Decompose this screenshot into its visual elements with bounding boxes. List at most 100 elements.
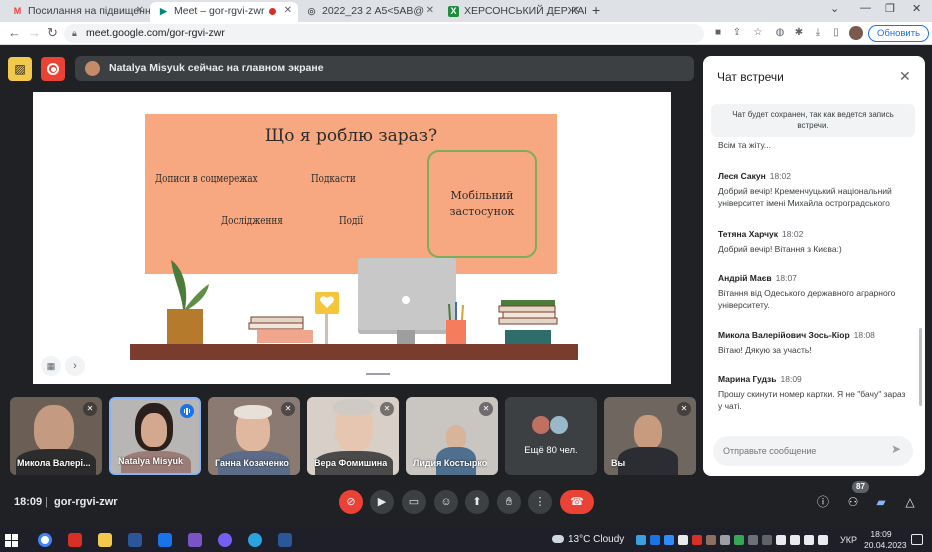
camera-icon[interactable]: ■ — [712, 27, 724, 39]
meet-icon: ▶ — [160, 6, 167, 16]
close-window-icon[interactable]: ✕ — [912, 2, 921, 15]
viber-icon[interactable] — [218, 533, 232, 547]
download-icon[interactable]: ⤓ — [812, 27, 824, 39]
tray-volume-icon[interactable] — [790, 535, 800, 545]
store-icon[interactable] — [128, 533, 142, 547]
chat-scrollbar[interactable] — [919, 328, 922, 406]
participant-tile[interactable]: ✕ Вера Фомишина — [307, 397, 399, 475]
tray-app4-icon[interactable] — [734, 535, 744, 545]
close-tab-icon[interactable]: ✕ — [572, 2, 580, 20]
extension-globe-icon[interactable]: ◍ — [774, 27, 786, 39]
chrome-icon[interactable] — [38, 533, 52, 547]
books-illustration — [248, 316, 313, 343]
tray-app-icon[interactable] — [650, 535, 660, 545]
tray-anydesk-icon[interactable] — [692, 535, 702, 545]
language-indicator[interactable]: УКР — [840, 535, 857, 545]
participant-video-body — [618, 447, 678, 475]
forward-icon[interactable]: → — [28, 25, 41, 40]
browser-tab-meet[interactable]: ▶ Meet – gor-rgvi-zwr ✕ — [150, 2, 298, 22]
mic-toggle-button[interactable]: ⊘ — [339, 490, 363, 514]
meeting-separator: | — [45, 496, 48, 508]
reload-icon[interactable]: ↻ — [47, 25, 58, 41]
tray-chrome-icon[interactable] — [678, 535, 688, 545]
tray-telegram-icon[interactable] — [636, 535, 646, 545]
telegram-icon[interactable] — [248, 533, 262, 547]
message-text: Добрий вечір! Кременчуцький національний… — [718, 186, 892, 208]
close-tab-icon[interactable]: ✕ — [136, 2, 144, 20]
notification-icon[interactable] — [911, 534, 923, 545]
record-button[interactable] — [41, 57, 65, 81]
raise-hand-button[interactable]: ✋︎ — [497, 490, 521, 514]
back-icon[interactable]: ← — [8, 25, 21, 40]
people-button[interactable]: ⚇ — [845, 494, 861, 510]
minimize-icon[interactable]: — — [860, 2, 871, 14]
participant-tile[interactable]: ✕ Микола Валері... — [10, 397, 102, 475]
share-icon[interactable]: ⇪ — [731, 27, 743, 39]
present-screen-button[interactable]: ⬆ — [465, 490, 489, 514]
chat-close-button[interactable]: ✕ — [899, 68, 911, 85]
tray-wifi-icon[interactable] — [776, 535, 786, 545]
file-explorer-icon[interactable] — [98, 533, 112, 547]
participant-tile-self[interactable]: ✕ Вы — [604, 397, 696, 475]
weather-widget[interactable]: 13°C Cloudy — [552, 534, 624, 545]
anydesk-icon[interactable] — [68, 533, 82, 547]
close-tab-icon[interactable]: ✕ — [426, 2, 434, 20]
clock-date: 20.04.2023 — [864, 540, 907, 550]
browser-tab-4[interactable]: X ХЕРСОНСЬКИЙ ДЕРЖАВНИЙ А... ✕ — [440, 2, 586, 22]
mic-off-icon: ✕ — [281, 402, 295, 416]
meeting-info-button[interactable]: ⓘ — [815, 494, 831, 510]
slide-next-button[interactable]: › — [65, 356, 85, 376]
puzzle-icon[interactable]: ✱ — [793, 27, 805, 39]
message-text: Вітаю! Дякую за участь! — [718, 345, 812, 355]
presenter-avatar — [85, 61, 100, 76]
browser-toolbar: ← → ↻ 🔒︎ meet.google.com/gor-rgvi-zwr ■ … — [0, 22, 932, 45]
start-button[interactable] — [5, 534, 18, 547]
address-bar[interactable]: 🔒︎ meet.google.com/gor-rgvi-zwr — [64, 24, 704, 43]
tray-zoom-icon[interactable] — [664, 535, 674, 545]
tray-app6-icon[interactable] — [762, 535, 772, 545]
sidepanel-icon[interactable]: ▯ — [830, 27, 842, 39]
profile-avatar[interactable] — [849, 26, 863, 40]
message-time: 18:07 — [775, 273, 797, 283]
tray-app3-icon[interactable] — [720, 535, 730, 545]
participant-tile-speaking[interactable]: Natalya Misyuk — [109, 397, 201, 475]
p-app-icon[interactable] — [188, 533, 202, 547]
browser-tab-1[interactable]: M Посилання на підвищення ква... ✕ — [4, 2, 150, 22]
chat-message-clipped: Всім та жіту... — [718, 142, 908, 151]
slide-grid-button[interactable]: ▦ — [41, 356, 61, 376]
new-tab-button[interactable]: + — [592, 2, 600, 18]
tab-search-icon[interactable]: ⌄ — [830, 2, 839, 15]
more-options-button[interactable]: ⋮ — [528, 490, 552, 514]
more-participants-tile[interactable]: Ещё 80 чел. — [505, 397, 597, 475]
tray-app5-icon[interactable] — [748, 535, 758, 545]
leave-call-button[interactable]: ☎ — [560, 490, 594, 514]
bookmark-star-icon[interactable]: ☆ — [752, 27, 764, 39]
participant-tile[interactable]: ✕ Лидия Костырко — [406, 397, 498, 475]
chat-messages-list[interactable]: Всім та жіту... Леся Сакун 18:02 Добрий в… — [703, 142, 925, 426]
maximize-icon[interactable]: ❐ — [885, 2, 895, 15]
chat-button[interactable]: ▰ — [873, 494, 889, 510]
activities-button[interactable]: △ — [902, 494, 918, 510]
word-icon[interactable] — [278, 533, 292, 547]
close-tab-icon[interactable]: ✕ — [284, 2, 292, 20]
tab-label: Meet – gor-rgvi-zwr — [174, 5, 265, 17]
message-author: Микола Валерійович Зось-Кіор — [718, 330, 850, 340]
reactions-button[interactable]: ☺ — [434, 490, 458, 514]
taskbar-clock[interactable]: 18:09 20.04.2023 — [864, 529, 907, 551]
browser-tab-3[interactable]: ◎ 2022_23 2 А5<5АВ@ ✕ — [298, 2, 440, 22]
camera-toggle-button[interactable]: ▶ — [370, 490, 394, 514]
tray-battery-icon[interactable] — [804, 535, 814, 545]
recording-indicator[interactable]: ▨ — [8, 57, 32, 81]
chat-message-input[interactable] — [713, 436, 913, 466]
defender-icon[interactable] — [158, 533, 172, 547]
chat-message: Микола Валерійович Зось-Кіор 18:08 Вітаю!… — [718, 329, 908, 356]
update-button[interactable]: Обновить — [868, 25, 930, 42]
captions-button[interactable]: ▭ — [402, 490, 426, 514]
tray-network-icon[interactable] — [818, 535, 828, 545]
chat-send-button[interactable]: ➤ — [891, 442, 901, 456]
more-participants-label: Ещё 80 чел. — [524, 445, 578, 456]
lock-icon: 🔒︎ — [72, 28, 77, 38]
slide-illustration — [167, 258, 558, 345]
tray-app2-icon[interactable] — [706, 535, 716, 545]
participant-tile[interactable]: ✕ Ганна Козаченко — [208, 397, 300, 475]
